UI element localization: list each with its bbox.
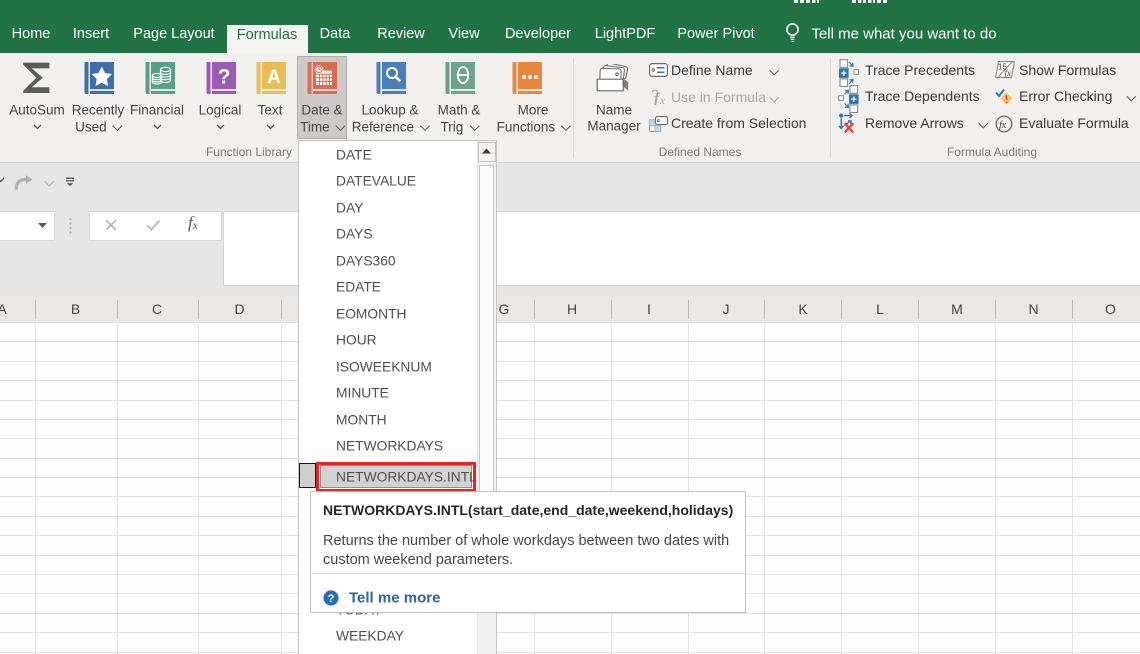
svg-text:?: ? [328, 593, 335, 605]
svg-text:fx: fx [1005, 68, 1012, 78]
svg-text:x: x [659, 95, 665, 105]
svg-text:?: ? [218, 66, 231, 89]
svg-text:fx: fx [999, 120, 1007, 131]
svg-text:A: A [267, 67, 281, 88]
